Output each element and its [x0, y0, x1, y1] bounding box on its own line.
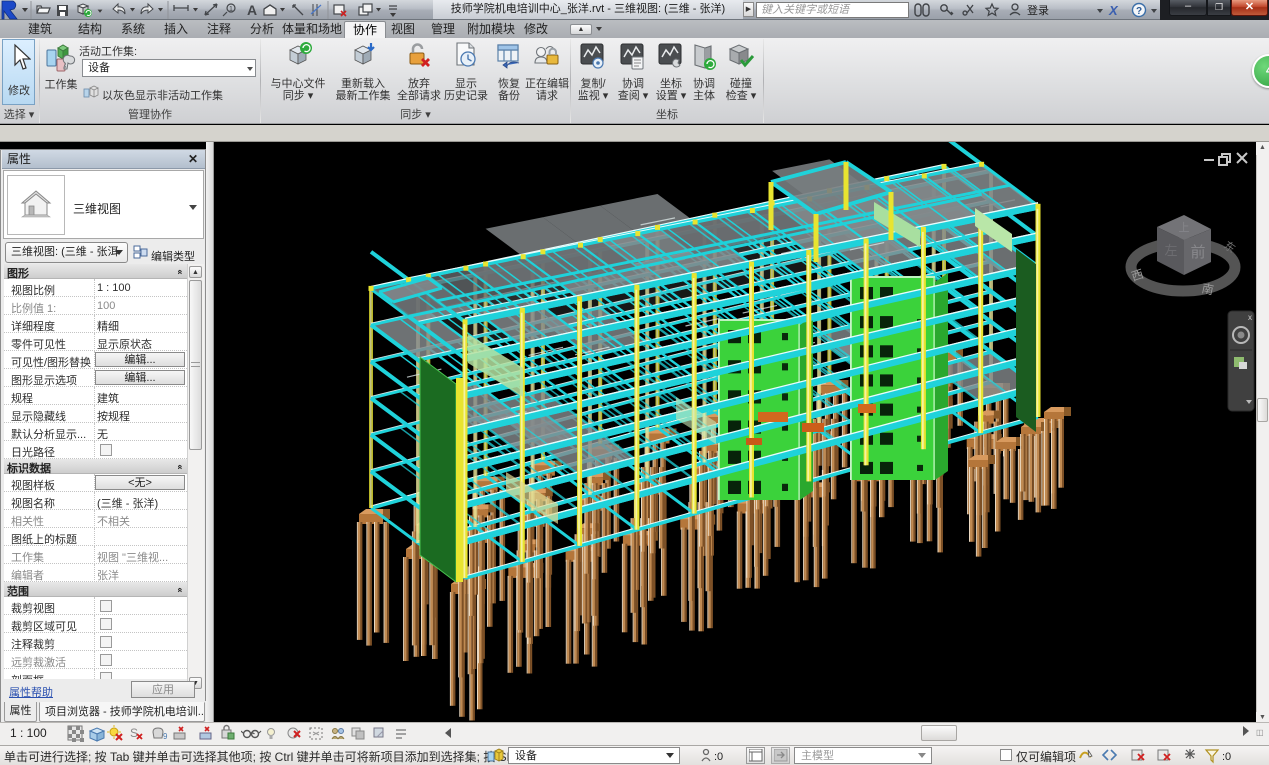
svg-text:登录: 登录: [1027, 3, 1049, 17]
svg-text::0: :0: [714, 751, 723, 763]
svg-text:前: 前: [1190, 244, 1205, 261]
svg-text:南: 南: [1200, 280, 1215, 297]
svg-text:S: S: [130, 726, 138, 740]
svg-text:x: x: [1248, 313, 1252, 322]
svg-text:?: ?: [1136, 6, 1142, 17]
svg-text:X: X: [1108, 3, 1119, 18]
svg-text:9: 9: [163, 732, 168, 741]
svg-text:上: 上: [1179, 221, 1190, 234]
svg-text::0: :0: [1222, 751, 1231, 763]
svg-text:1: 1: [229, 6, 233, 13]
svg-text:左: 左: [1164, 243, 1177, 258]
svg-text:A: A: [247, 2, 257, 18]
